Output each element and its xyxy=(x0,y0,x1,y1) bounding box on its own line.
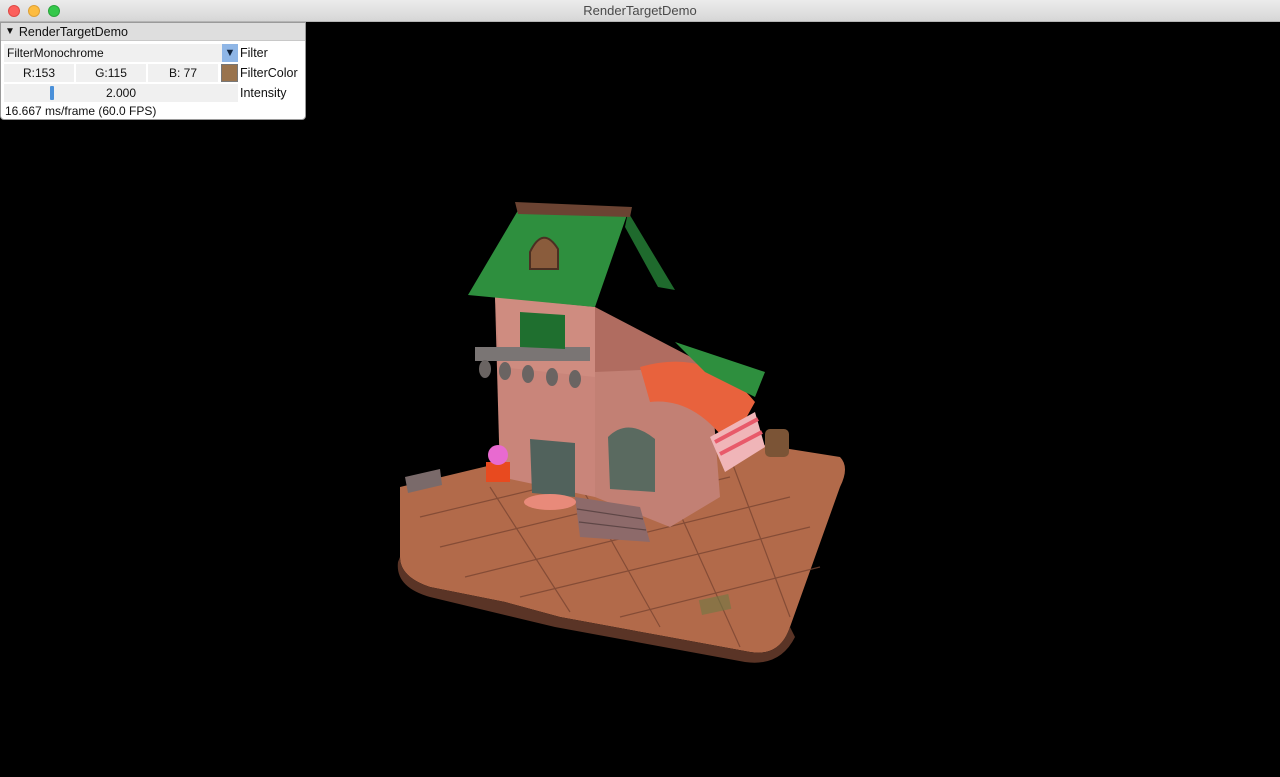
intensity-value: 2.000 xyxy=(105,86,137,100)
filter-combo-value: FilterMonochrome xyxy=(7,46,104,60)
filter-color-b-field[interactable]: B: 77 xyxy=(148,64,218,82)
filter-color-swatch[interactable] xyxy=(221,64,238,82)
window-titlebar: RenderTargetDemo xyxy=(0,0,1280,22)
filter-color-g-field[interactable]: G:115 xyxy=(76,64,146,82)
filter-label: Filter xyxy=(240,46,268,60)
filter-color-label: FilterColor xyxy=(240,66,298,80)
filter-combo[interactable]: FilterMonochrome ▼ xyxy=(4,44,238,62)
window-title: RenderTargetDemo xyxy=(583,3,697,18)
panel-title: RenderTargetDemo xyxy=(18,24,128,39)
render-viewport[interactable] xyxy=(0,22,1280,777)
dropdown-arrow-icon[interactable]: ▼ xyxy=(222,44,238,62)
filter-color-r-field[interactable]: R:153 xyxy=(4,64,74,82)
collapse-triangle-icon[interactable]: ▼ xyxy=(5,26,15,37)
intensity-label: Intensity xyxy=(240,86,287,100)
intensity-slider-grab[interactable] xyxy=(50,86,54,100)
intensity-slider[interactable]: 2.000 xyxy=(4,84,238,102)
fps-readout: 16.667 ms/frame (60.0 FPS) xyxy=(5,104,157,118)
house-scene-render xyxy=(397,202,845,663)
panel-header[interactable]: ▼ RenderTargetDemo xyxy=(1,23,305,41)
imgui-settings-panel: ▼ RenderTargetDemo FilterMonochrome ▼ Fi… xyxy=(0,22,306,120)
